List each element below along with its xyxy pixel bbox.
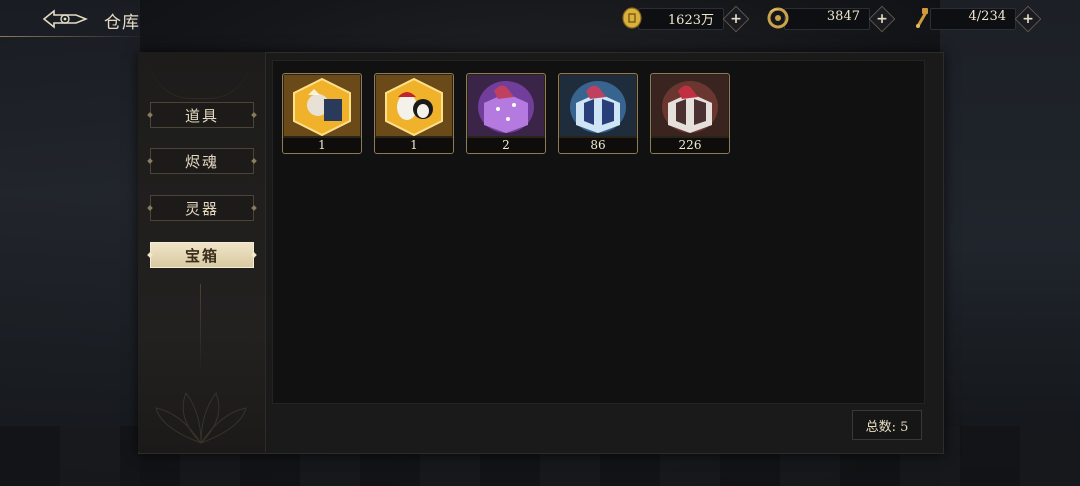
purple-gift-box-icon xyxy=(468,75,544,136)
currency-jade-value: 3847 xyxy=(826,9,860,24)
add-stamina-button[interactable]: + xyxy=(1014,5,1042,33)
total-count-badge: 总数: 5 xyxy=(852,410,922,440)
back-button[interactable] xyxy=(40,6,90,32)
gold-hexagon-mask-chest-icon xyxy=(376,75,452,136)
currency-stamina-value: 4/234 xyxy=(968,9,1006,24)
ornate-back-arrow-icon xyxy=(42,9,88,29)
item-count: 86 xyxy=(559,138,637,153)
item-slot[interactable]: 86 xyxy=(558,73,638,154)
tab-label: 灵器 xyxy=(184,199,219,218)
page-title: 仓库 xyxy=(104,13,140,33)
item-slot[interactable]: 1 xyxy=(374,73,454,154)
top-bar: 仓库 1623万 + 3847 + 4/234 + xyxy=(0,0,1080,38)
gold-hexagon-character-chest-icon xyxy=(284,75,360,136)
item-count: 1 xyxy=(283,138,361,153)
currency-gold-value: 1623万 xyxy=(667,13,714,28)
blue-gift-box-icon xyxy=(560,75,636,136)
tab-souls[interactable]: 烬魂 xyxy=(147,148,257,174)
coin-icon xyxy=(622,7,642,29)
currency-stamina: 4/234 + xyxy=(912,5,1042,33)
lotus-ornament-icon xyxy=(155,391,247,444)
tab-artifacts[interactable]: 灵器 xyxy=(147,195,257,221)
tab-items[interactable]: 道具 xyxy=(147,102,257,128)
tab-label: 道具 xyxy=(184,106,219,125)
category-sidebar: 道具 烬魂 灵器 宝箱 xyxy=(138,52,266,452)
tab-label: 宝箱 xyxy=(184,246,219,265)
add-gold-button[interactable]: + xyxy=(722,5,750,33)
item-count: 1 xyxy=(375,138,453,153)
red-gift-box-icon xyxy=(652,75,728,136)
sidebar-divider xyxy=(200,284,201,374)
item-count: 226 xyxy=(651,138,729,153)
plus-icon: + xyxy=(730,10,742,27)
sidebar-ornament xyxy=(150,58,250,99)
currency-jade: 3847 + xyxy=(766,5,896,33)
dragon-jade-icon xyxy=(767,7,789,29)
currency-gold: 1623万 + xyxy=(620,5,750,33)
item-slot[interactable]: 2 xyxy=(466,73,546,154)
item-count: 2 xyxy=(467,138,545,153)
item-slot[interactable]: 1 xyxy=(282,73,362,154)
add-jade-button[interactable]: + xyxy=(868,5,896,33)
background-left-scenery xyxy=(0,0,140,486)
title-underline xyxy=(0,36,150,37)
background-right-statue xyxy=(940,0,1080,486)
item-slot[interactable]: 226 xyxy=(650,73,730,154)
tab-chests[interactable]: 宝箱 xyxy=(147,242,257,268)
plus-icon: + xyxy=(1022,10,1034,27)
tab-label: 烬魂 xyxy=(184,152,219,171)
scroll-key-icon xyxy=(916,8,928,28)
plus-icon: + xyxy=(876,10,888,27)
footer-area: 总数: 5 xyxy=(272,404,923,448)
